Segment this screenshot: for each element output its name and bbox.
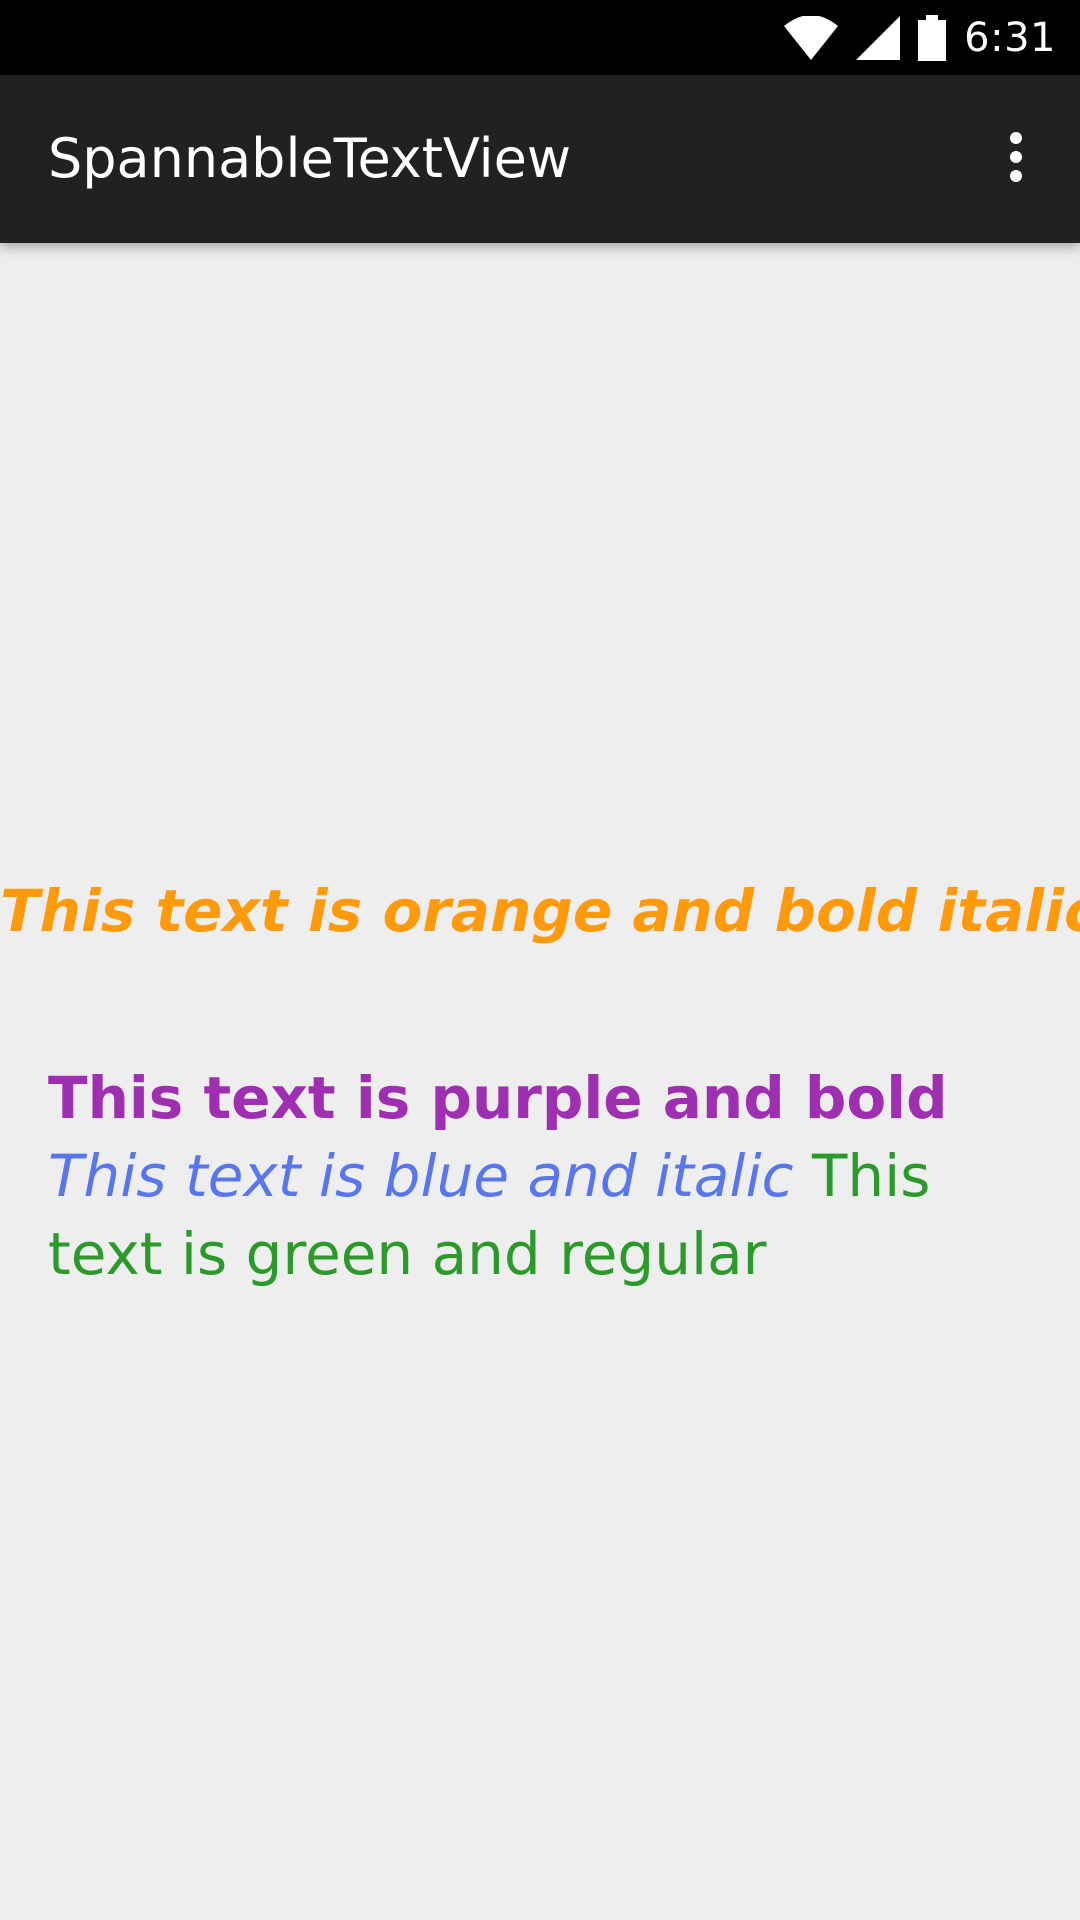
content-area: This text is orange and bold italic This… bbox=[0, 243, 1080, 1920]
orange-bold-italic-text: This text is orange and bold italic bbox=[0, 877, 1080, 945]
purple-bold-span: This text is purple and bold bbox=[48, 1064, 948, 1132]
cell-signal-icon bbox=[856, 15, 901, 60]
spannable-text-view: This text is purple and bold This text i… bbox=[48, 1059, 1038, 1293]
wifi-icon bbox=[784, 15, 839, 60]
app-title: SpannableTextView bbox=[48, 127, 572, 190]
status-time: 6:31 bbox=[964, 14, 1056, 61]
blue-italic-span: This text is blue and italic bbox=[48, 1142, 794, 1210]
battery-icon bbox=[918, 14, 947, 61]
more-vert-icon bbox=[1008, 132, 1024, 186]
status-bar: 6:31 bbox=[0, 0, 1080, 75]
overflow-menu-button[interactable] bbox=[974, 117, 1058, 201]
status-icons: 6:31 bbox=[784, 0, 1056, 75]
app-bar: SpannableTextView bbox=[0, 75, 1080, 243]
